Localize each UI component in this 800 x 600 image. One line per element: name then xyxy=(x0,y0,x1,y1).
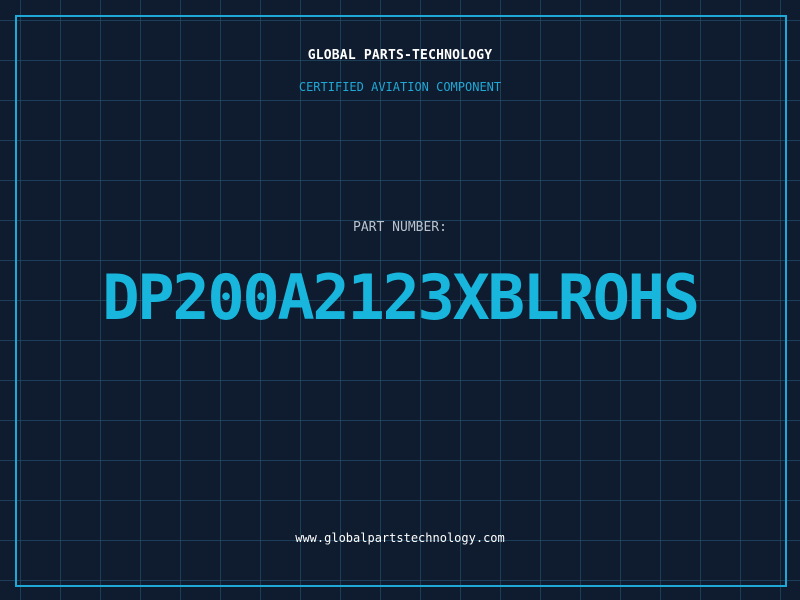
brand-name: GLOBAL PARTS-TECHNOLOGY xyxy=(307,48,493,63)
website-url: www.globalpartstechnology.com xyxy=(295,531,505,545)
label-canvas: GLOBAL PARTS-TECHNOLOGY CERTIFIED AVIATI… xyxy=(0,0,800,600)
part-number-value: DP200A2123XBLROHS xyxy=(102,261,700,334)
brand-tagline: CERTIFIED AVIATION COMPONENT xyxy=(298,80,502,94)
part-number-label: PART NUMBER: xyxy=(353,220,447,235)
